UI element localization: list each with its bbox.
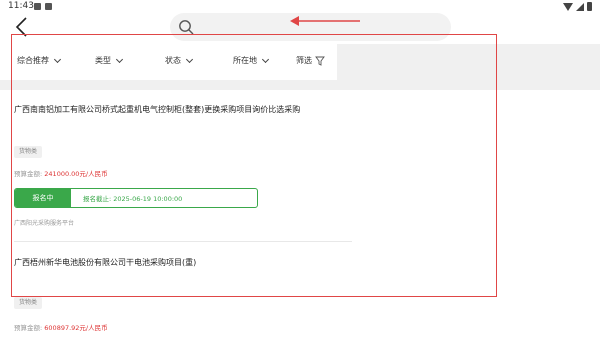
item-type-tag: 货物类	[14, 146, 43, 158]
item-type-tag: 货物类	[14, 297, 43, 309]
status-badge: 报名中	[15, 189, 71, 207]
budget-label: 预算金额:	[14, 324, 43, 332]
item-title[interactable]: 广西梧州新华电池股份有限公司干电池采购项目(重)	[14, 257, 196, 268]
item-source: 广西阳光采购服务平台	[14, 220, 75, 227]
item-budget: 预算金额: 241000.00元/人民币	[14, 168, 108, 178]
budget-amount: 600897.92元/人民币	[44, 324, 108, 332]
item-title[interactable]: 广西南南铝加工有限公司桥式起重机电气控制柜(整套)更换采购项目询价比选采购	[14, 104, 300, 115]
item-budget: 预算金额: 600897.92元/人民币	[14, 322, 108, 332]
budget-label: 预算金额:	[14, 170, 43, 178]
registration-status[interactable]: 报名中 报名截止: 2025-06-19 10:00:00	[14, 188, 258, 208]
budget-amount: 241000.00元/人民币	[44, 170, 108, 178]
list-item[interactable]: 广西南南铝加工有限公司桥式起重机电气控制柜(整套)更换采购项目询价比选采购 货物…	[0, 0, 600, 240]
list-item[interactable]: 广西梧州新华电池股份有限公司干电池采购项目(重) 货物类 预算金额: 60089…	[0, 242, 600, 337]
registration-deadline: 报名截止: 2025-06-19 10:00:00	[83, 195, 183, 203]
